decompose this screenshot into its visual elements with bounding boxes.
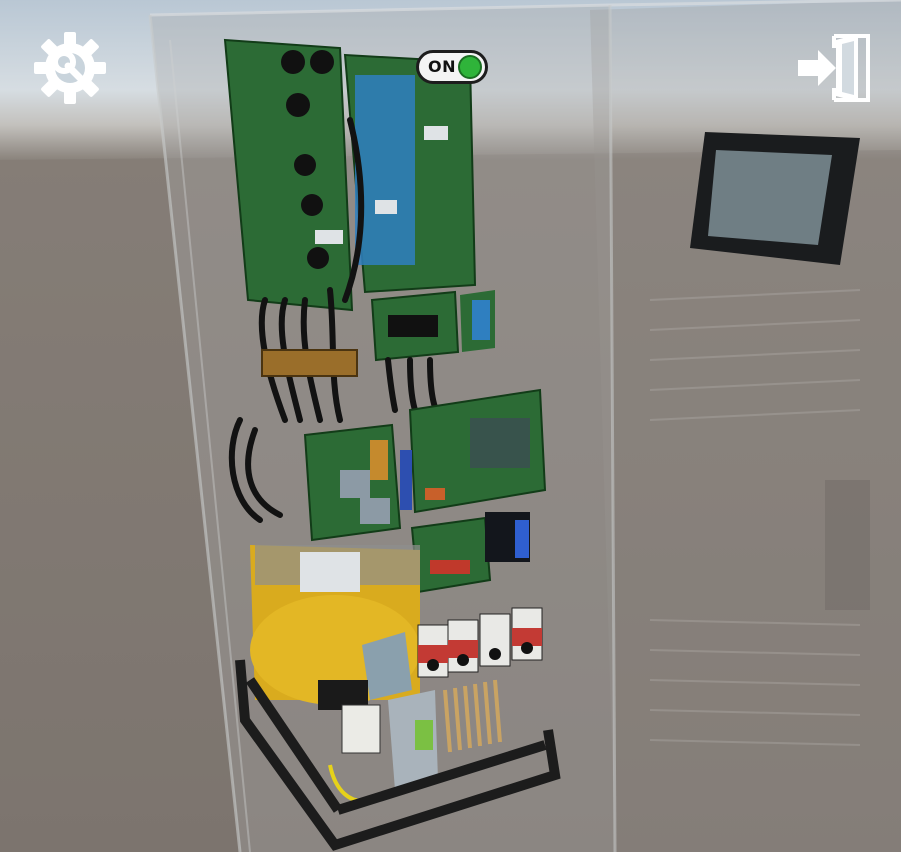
gear-wrench-icon — [34, 32, 106, 104]
exit-door-icon — [798, 34, 870, 102]
power-toggle-label: ON — [428, 57, 456, 76]
wall-display-screen[interactable] — [690, 132, 860, 265]
power-toggle[interactable]: ON — [416, 50, 488, 84]
exit-button[interactable] — [796, 32, 872, 104]
3d-viewport[interactable] — [0, 0, 901, 852]
main-controller-board[interactable] — [400, 388, 547, 514]
terminal-strip — [261, 349, 358, 377]
upper-power-board-right[interactable] — [343, 53, 477, 294]
settings-button[interactable] — [30, 28, 110, 108]
mid-driver-board[interactable] — [370, 290, 495, 362]
control-board-left[interactable] — [303, 423, 402, 542]
power-toggle-knob — [458, 55, 482, 79]
